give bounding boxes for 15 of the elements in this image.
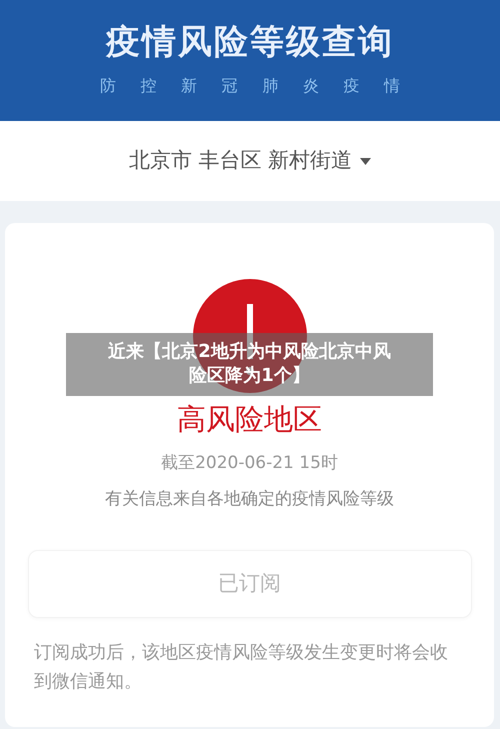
page-title: 疫情风险等级查询: [104, 22, 395, 62]
subtitle-character: 肺: [262, 75, 278, 97]
location-selector[interactable]: 北京市 丰台区 新村街道: [128, 145, 372, 177]
subtitle-character: 情: [384, 75, 400, 97]
subscription-note: 订阅成功后，该地区疫情风险等级发生变更时将会收到微信通知。: [34, 641, 449, 694]
subtitle-character: 防: [100, 75, 116, 97]
subtitle-character: 控: [140, 75, 157, 97]
caption-line: 险区降为1个】: [188, 364, 311, 388]
subtitle-character: 疫: [343, 75, 360, 97]
risk-level-text: 高风险地区: [176, 401, 323, 437]
subtitle-character: 炎: [302, 75, 319, 97]
subtitle-character: 冠: [222, 75, 238, 97]
update-time-text: 截至2020-06-21 15时: [160, 452, 339, 475]
subtitle-character: 新: [181, 75, 198, 97]
source-note: 有关信息来自各地确定的疫情风险等级: [104, 488, 395, 510]
